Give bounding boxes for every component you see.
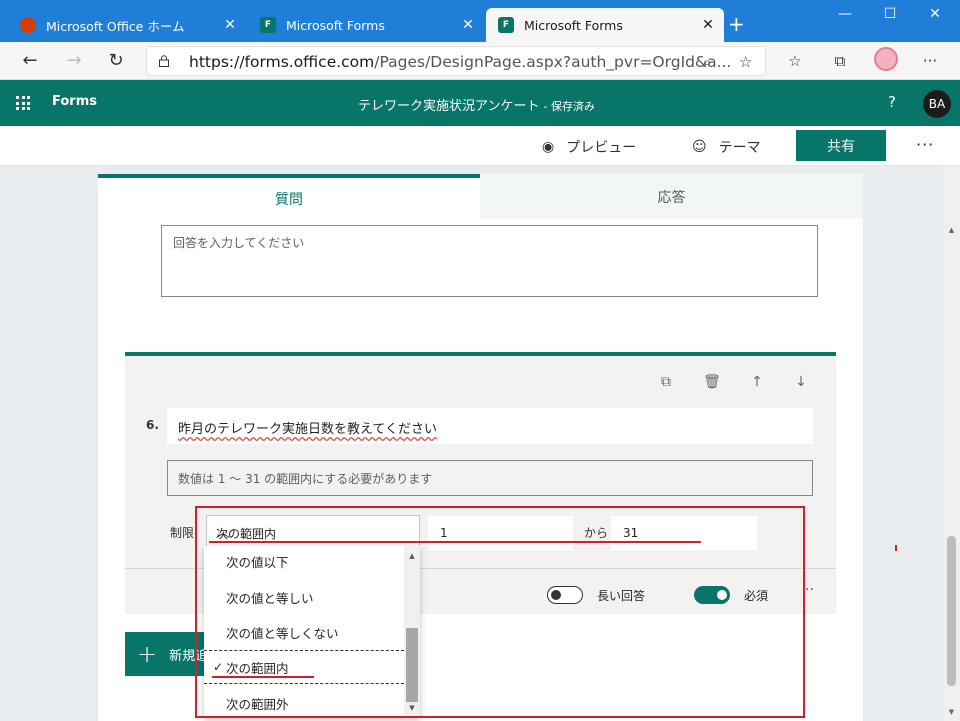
favorites-list-icon[interactable]: ☆ [785,52,805,70]
command-bar: ◉ プレビュー ☺ テーマ 共有 ··· [0,126,960,166]
theme-label: テーマ [718,140,761,156]
add-new-question-button[interactable]: + 新規追加 [125,632,205,676]
more-options-icon[interactable]: ··· [916,135,934,154]
zoom-icon[interactable]: ⌕ [703,53,711,71]
url-field[interactable]: https://forms.office.com/Pages/DesignPag… [146,46,766,76]
page-scroll-thumb[interactable] [947,536,956,686]
maximize-icon[interactable]: ☐ [875,6,905,22]
tab-title: Microsoft Forms [286,17,385,33]
browser-tab-bar: Microsoft Office ホーム ✕ F Microsoft Forms… [0,0,960,42]
annotation-underline-option [212,676,314,678]
page-scroll-down-icon[interactable]: ▼ [943,708,960,716]
forward-arrow-icon[interactable]: → [62,50,86,71]
form-tabs: 質問 応答 [98,174,863,219]
window-close-icon[interactable]: ✕ [920,6,950,22]
tab-title: Microsoft Office ホーム [46,18,185,34]
close-icon[interactable]: ✕ [700,17,716,33]
tab-questions[interactable]: 質問 [98,174,480,219]
close-icon[interactable]: ✕ [460,17,476,33]
url-host: https://forms.office.com [189,53,375,71]
browser-tab-forms-active[interactable]: F Microsoft Forms ✕ [486,8,724,42]
forms-app-bar: Forms テレワーク実施状況アンケート - 保存済み ? BA [0,80,960,126]
question-title-input[interactable]: 昨月のテレワーク実施日数を教えてください [167,408,813,444]
user-avatar[interactable]: BA [923,90,951,118]
move-up-icon[interactable]: ↑ [747,374,767,390]
app-name[interactable]: Forms [52,94,97,109]
restriction-label: 制限 [170,526,195,540]
tab-responses[interactable]: 応答 [480,174,863,219]
question-subtitle-placeholder: 数値は 1 ～ 31 の範囲内にする必要があります [178,472,433,486]
minimize-icon[interactable]: — [830,6,860,22]
office-icon [20,17,36,33]
forms-icon: F [260,17,276,33]
close-icon[interactable]: ✕ [222,17,238,33]
address-bar: ← → ↻ https://forms.office.com/Pages/Des… [0,42,960,80]
copy-icon[interactable]: ⧉ [656,374,676,390]
annotation-highlight-box [195,506,805,718]
browser-tab-office-home[interactable]: Microsoft Office ホーム ✕ [8,8,246,42]
page-scroll-up-icon[interactable]: ▲ [943,226,960,234]
palette-icon: ☺ [692,139,707,155]
refresh-icon[interactable]: ↻ [104,50,128,71]
help-icon[interactable]: ? [888,93,896,111]
saved-status: - 保存済み [543,100,595,113]
trash-icon[interactable]: 🗑 [702,374,722,390]
question-number: 6. [146,418,159,432]
favorite-star-icon[interactable]: ☆ [739,53,752,71]
question-more-icon[interactable]: ·· [805,582,814,598]
answer-placeholder: 回答を入力してください [173,236,305,250]
question-title-text: 昨月のテレワーク実施日数を教えてください [178,422,437,437]
settings-more-icon[interactable]: ··· [920,52,940,70]
back-arrow-icon[interactable]: ← [18,50,42,71]
annotation-underline [209,541,701,543]
browser-tab-forms-1[interactable]: F Microsoft Forms ✕ [248,8,484,42]
share-button[interactable]: 共有 [796,130,886,161]
url-path: /Pages/DesignPage.aspx?auth_pvr=OrgId&a.… [374,53,732,71]
collections-icon[interactable]: ⧉ [830,52,850,70]
plus-icon: + [137,640,158,668]
browser-profile-avatar[interactable] [874,47,898,71]
url-text: https://forms.office.com/Pages/DesignPag… [189,53,731,71]
annotation-mark [895,545,897,551]
lock-icon [159,55,169,67]
theme-button[interactable]: ☺ テーマ [692,137,761,157]
preview-button[interactable]: ◉ プレビュー [542,137,636,157]
tab-title: Microsoft Forms [524,17,623,33]
eye-icon: ◉ [542,139,555,155]
page-scrollbar[interactable]: ▲ ▼ [943,166,960,721]
question-subtitle-input[interactable]: 数値は 1 ～ 31 の範囲内にする必要があります [167,460,813,496]
form-title-text: テレワーク実施状況アンケート [358,99,540,114]
answer-preview-field: 回答を入力してください [161,225,818,297]
preview-label: プレビュー [566,140,637,156]
new-tab-icon[interactable]: + [728,12,745,36]
app-launcher-icon[interactable] [16,96,30,110]
forms-icon: F [498,17,514,33]
move-down-icon[interactable]: ↓ [791,374,811,390]
form-title: テレワーク実施状況アンケート - 保存済み [358,95,595,114]
